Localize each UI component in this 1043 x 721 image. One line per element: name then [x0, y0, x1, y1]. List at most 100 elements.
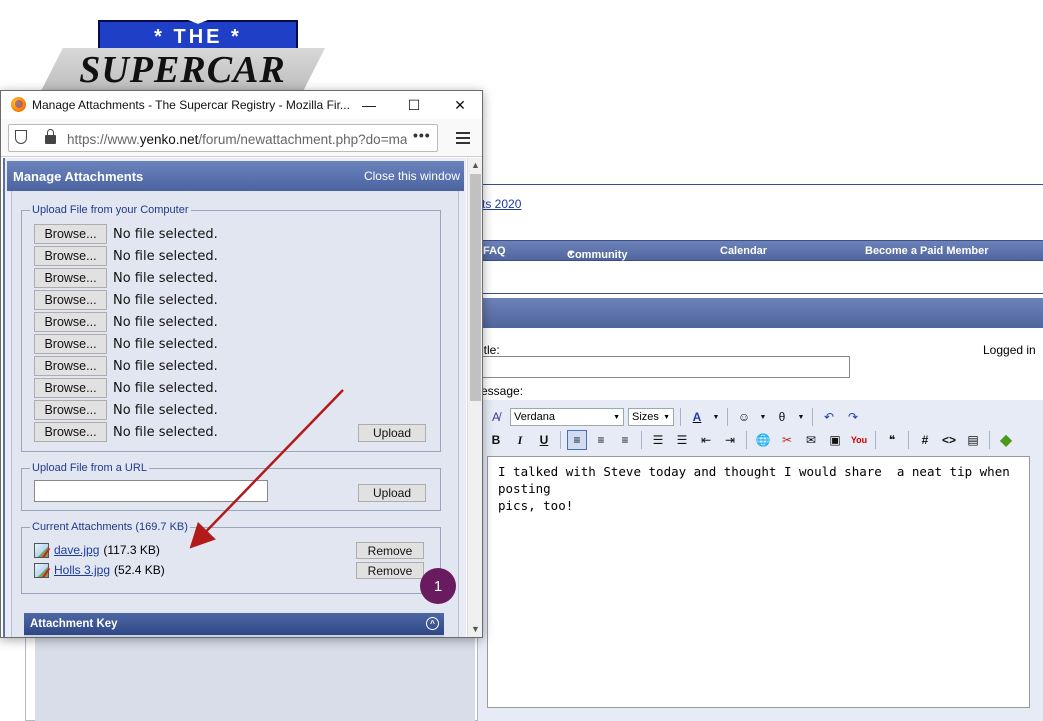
- panel-body: Upload File from your Computer Browse...…: [11, 191, 459, 637]
- upload-url-legend: Upload File from a URL: [32, 462, 147, 474]
- font-select[interactable]: Verdana ▼: [510, 408, 624, 426]
- message-label: essage:: [481, 384, 524, 398]
- italic-icon[interactable]: I: [510, 430, 530, 450]
- align-left-icon[interactable]: ≡: [567, 430, 587, 450]
- attachment-link[interactable]: Holls 3.jpg: [54, 563, 110, 577]
- close-this-window-link[interactable]: Close this window: [364, 169, 460, 183]
- toolbar-divider: [746, 431, 747, 449]
- file-row: Browse... No file selected.: [34, 356, 218, 376]
- file-status: No file selected.: [113, 314, 218, 330]
- url-input[interactable]: [34, 480, 268, 502]
- attachment-row: dave.jpg (117.3 KB): [34, 541, 160, 559]
- event-link[interactable]: ts 2020: [482, 197, 521, 211]
- ordered-list-icon[interactable]: ☰: [648, 430, 668, 450]
- nav-paid-member[interactable]: Become a Paid Member: [865, 245, 989, 257]
- image-file-icon: [34, 562, 49, 578]
- window-title: Manage Attachments - The Supercar Regist…: [32, 98, 350, 112]
- chevron-down-icon: ▼: [663, 413, 670, 421]
- font-color-icon[interactable]: A: [687, 407, 707, 427]
- shield-icon[interactable]: [15, 130, 27, 144]
- lock-icon[interactable]: [45, 129, 56, 144]
- smiley-icon[interactable]: ☺: [734, 407, 754, 427]
- unordered-list-icon[interactable]: ☰: [672, 430, 692, 450]
- switch-mode-icon[interactable]: ◆: [996, 430, 1016, 450]
- editor-toolbar-row-2: B I U ≡ ≡ ≡ ☰ ☰ ⇤ ⇥ 🌐 ✂ ✉ ▣ You ❝ # <> ▤…: [486, 429, 1016, 451]
- hash-icon[interactable]: #: [915, 430, 935, 450]
- browse-button[interactable]: Browse...: [34, 400, 107, 420]
- panel-title: Manage Attachments: [13, 169, 144, 184]
- popup-scrollbar[interactable]: ▲ ▼: [467, 158, 482, 637]
- remove-format-icon[interactable]: A̸: [486, 407, 506, 427]
- undo-icon[interactable]: ↶: [819, 407, 839, 427]
- browse-button[interactable]: Browse...: [34, 356, 107, 376]
- file-status: No file selected.: [113, 358, 218, 374]
- align-right-icon[interactable]: ≡: [615, 430, 635, 450]
- nav-faq[interactable]: FAQ: [483, 245, 506, 257]
- file-status: No file selected.: [113, 292, 218, 308]
- link-icon[interactable]: 🌐: [753, 430, 773, 450]
- browse-button[interactable]: Browse...: [34, 312, 107, 332]
- chevron-down-icon[interactable]: ▼: [796, 407, 806, 427]
- browse-button[interactable]: Browse...: [34, 334, 107, 354]
- bold-icon[interactable]: B: [486, 430, 506, 450]
- scroll-up-icon[interactable]: ▲: [468, 158, 483, 173]
- redo-icon[interactable]: ↷: [843, 407, 863, 427]
- site-logo: * THE * SUPERCAR: [40, 18, 325, 93]
- toolbar-divider: [989, 431, 990, 449]
- browse-button[interactable]: Browse...: [34, 224, 107, 244]
- attachment-key-title: Attachment Key: [30, 618, 118, 630]
- scrollbar-thumb[interactable]: [470, 174, 481, 401]
- file-status: No file selected.: [113, 248, 218, 264]
- indent-icon[interactable]: ⇥: [720, 430, 740, 450]
- upload-url-button[interactable]: Upload: [358, 484, 426, 502]
- close-window-button[interactable]: ✕: [445, 94, 475, 116]
- attachment-key-header[interactable]: Attachment Key ^: [24, 613, 444, 635]
- remove-button[interactable]: Remove: [356, 562, 424, 579]
- scroll-down-icon[interactable]: ▼: [468, 622, 483, 637]
- unlink-icon[interactable]: ✂: [777, 430, 797, 450]
- message-editor[interactable]: I talked with Steve today and thought I …: [487, 456, 1030, 708]
- nav-calendar[interactable]: Calendar: [720, 245, 767, 257]
- align-center-icon[interactable]: ≡: [591, 430, 611, 450]
- attachment-link[interactable]: dave.jpg: [54, 543, 99, 557]
- panel-header: Manage Attachments Close this window: [7, 161, 464, 191]
- browse-button[interactable]: Browse...: [34, 268, 107, 288]
- file-status: No file selected.: [113, 402, 218, 418]
- background-panel-inner: [35, 636, 475, 721]
- browse-button[interactable]: Browse...: [34, 378, 107, 398]
- popup-inner: Manage Attachments Close this window Upl…: [5, 158, 466, 637]
- upload-computer-button[interactable]: Upload: [358, 424, 426, 442]
- file-status: No file selected.: [113, 424, 218, 440]
- editor-toolbar-row-1: A̸ Verdana ▼ Sizes ▼ A ▼ ☺ ▼ θ ▼ ↶ ↷: [486, 406, 863, 428]
- title-input[interactable]: [478, 356, 850, 378]
- step-badge: 1: [420, 568, 456, 604]
- chevron-down-icon[interactable]: ▼: [758, 407, 768, 427]
- attachment-icon[interactable]: θ: [772, 407, 792, 427]
- size-select[interactable]: Sizes ▼: [628, 408, 674, 426]
- menu-icon[interactable]: [456, 132, 470, 144]
- browse-button[interactable]: Browse...: [34, 422, 107, 442]
- header-divider: [478, 184, 1043, 185]
- remove-button[interactable]: Remove: [356, 542, 424, 559]
- youtube-icon[interactable]: You: [849, 430, 869, 450]
- email-icon[interactable]: ✉: [801, 430, 821, 450]
- php-icon[interactable]: ▤: [963, 430, 983, 450]
- outdent-icon[interactable]: ⇤: [696, 430, 716, 450]
- minimize-button[interactable]: —: [354, 94, 384, 116]
- upload-computer-legend: Upload File from your Computer: [32, 204, 189, 216]
- chevron-down-icon[interactable]: ▼: [711, 407, 721, 427]
- underline-icon[interactable]: U: [534, 430, 554, 450]
- quote-icon[interactable]: ❝: [882, 430, 902, 450]
- toolbar-divider: [812, 408, 813, 426]
- code-icon[interactable]: <>: [939, 430, 959, 450]
- image-file-icon: [34, 542, 49, 558]
- file-row: Browse... No file selected.: [34, 378, 218, 398]
- browse-button[interactable]: Browse...: [34, 246, 107, 266]
- page-actions-icon[interactable]: •••: [413, 127, 431, 143]
- current-attachments-fieldset: Current Attachments (169.7 KB) dave.jpg …: [21, 521, 441, 594]
- url-text[interactable]: https://www.yenko.net/forum/newattachmen…: [67, 132, 407, 147]
- image-icon[interactable]: ▣: [825, 430, 845, 450]
- collapse-icon[interactable]: ^: [426, 617, 439, 630]
- maximize-button[interactable]: ☐: [399, 94, 429, 116]
- browse-button[interactable]: Browse...: [34, 290, 107, 310]
